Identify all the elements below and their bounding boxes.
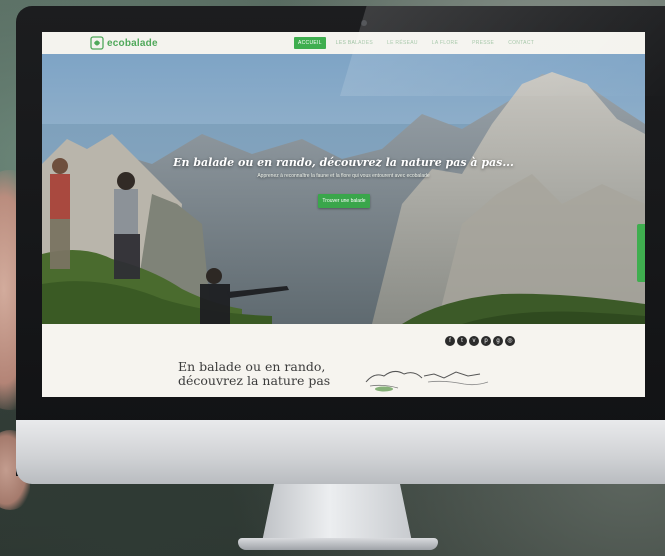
monitor-stand — [262, 484, 412, 542]
sketch-illustration — [365, 370, 489, 392]
nav-item-la-flore[interactable]: La flore — [428, 37, 462, 49]
site-logo[interactable]: ecobalade — [90, 36, 158, 50]
find-walk-button[interactable]: Trouver une balade — [318, 194, 370, 208]
hero-banner: En balade ou en rando, découvrez la natu… — [42, 54, 645, 324]
hero-landscape-image — [42, 54, 645, 324]
side-feedback-tab[interactable] — [637, 224, 645, 282]
monitor-stand-base — [238, 538, 438, 550]
top-navigation: ecobalade Accueil Les balades Le réseau … — [42, 32, 645, 55]
instagram-icon[interactable]: ◎ — [505, 336, 515, 346]
nav-item-contact[interactable]: Contact — [504, 37, 538, 49]
hero-title: En balade ou en rando, découvrez la natu… — [173, 156, 514, 169]
nav-item-les-balades[interactable]: Les balades — [332, 37, 377, 49]
nav-menu: Accueil Les balades Le réseau La flore P… — [294, 37, 538, 49]
nav-item-presse[interactable]: Presse — [468, 37, 498, 49]
vimeo-icon[interactable]: v — [469, 336, 479, 346]
pinterest-icon[interactable]: p — [481, 336, 491, 346]
nav-item-le-reseau[interactable]: Le réseau — [383, 37, 422, 49]
twitter-icon[interactable]: t — [457, 336, 467, 346]
camera-dot — [361, 20, 367, 26]
monitor-chin — [16, 420, 665, 484]
website-screen: ecobalade Accueil Les balades Le réseau … — [42, 32, 645, 397]
hero-subtitle: Apprenez à reconnaître la faune et la fl… — [257, 173, 430, 179]
social-links: f t v p g ◎ — [445, 336, 515, 346]
nav-item-accueil[interactable]: Accueil — [294, 37, 326, 49]
facebook-icon[interactable]: f — [445, 336, 455, 346]
google-plus-icon[interactable]: g — [493, 336, 503, 346]
main-content: f t v p g ◎ En balade ou en rando, décou… — [42, 324, 645, 397]
leaf-logo-icon — [90, 36, 104, 50]
logo-text: ecobalade — [107, 37, 158, 49]
section-headline: En balade ou en rando, découvrez la natu… — [178, 359, 331, 388]
